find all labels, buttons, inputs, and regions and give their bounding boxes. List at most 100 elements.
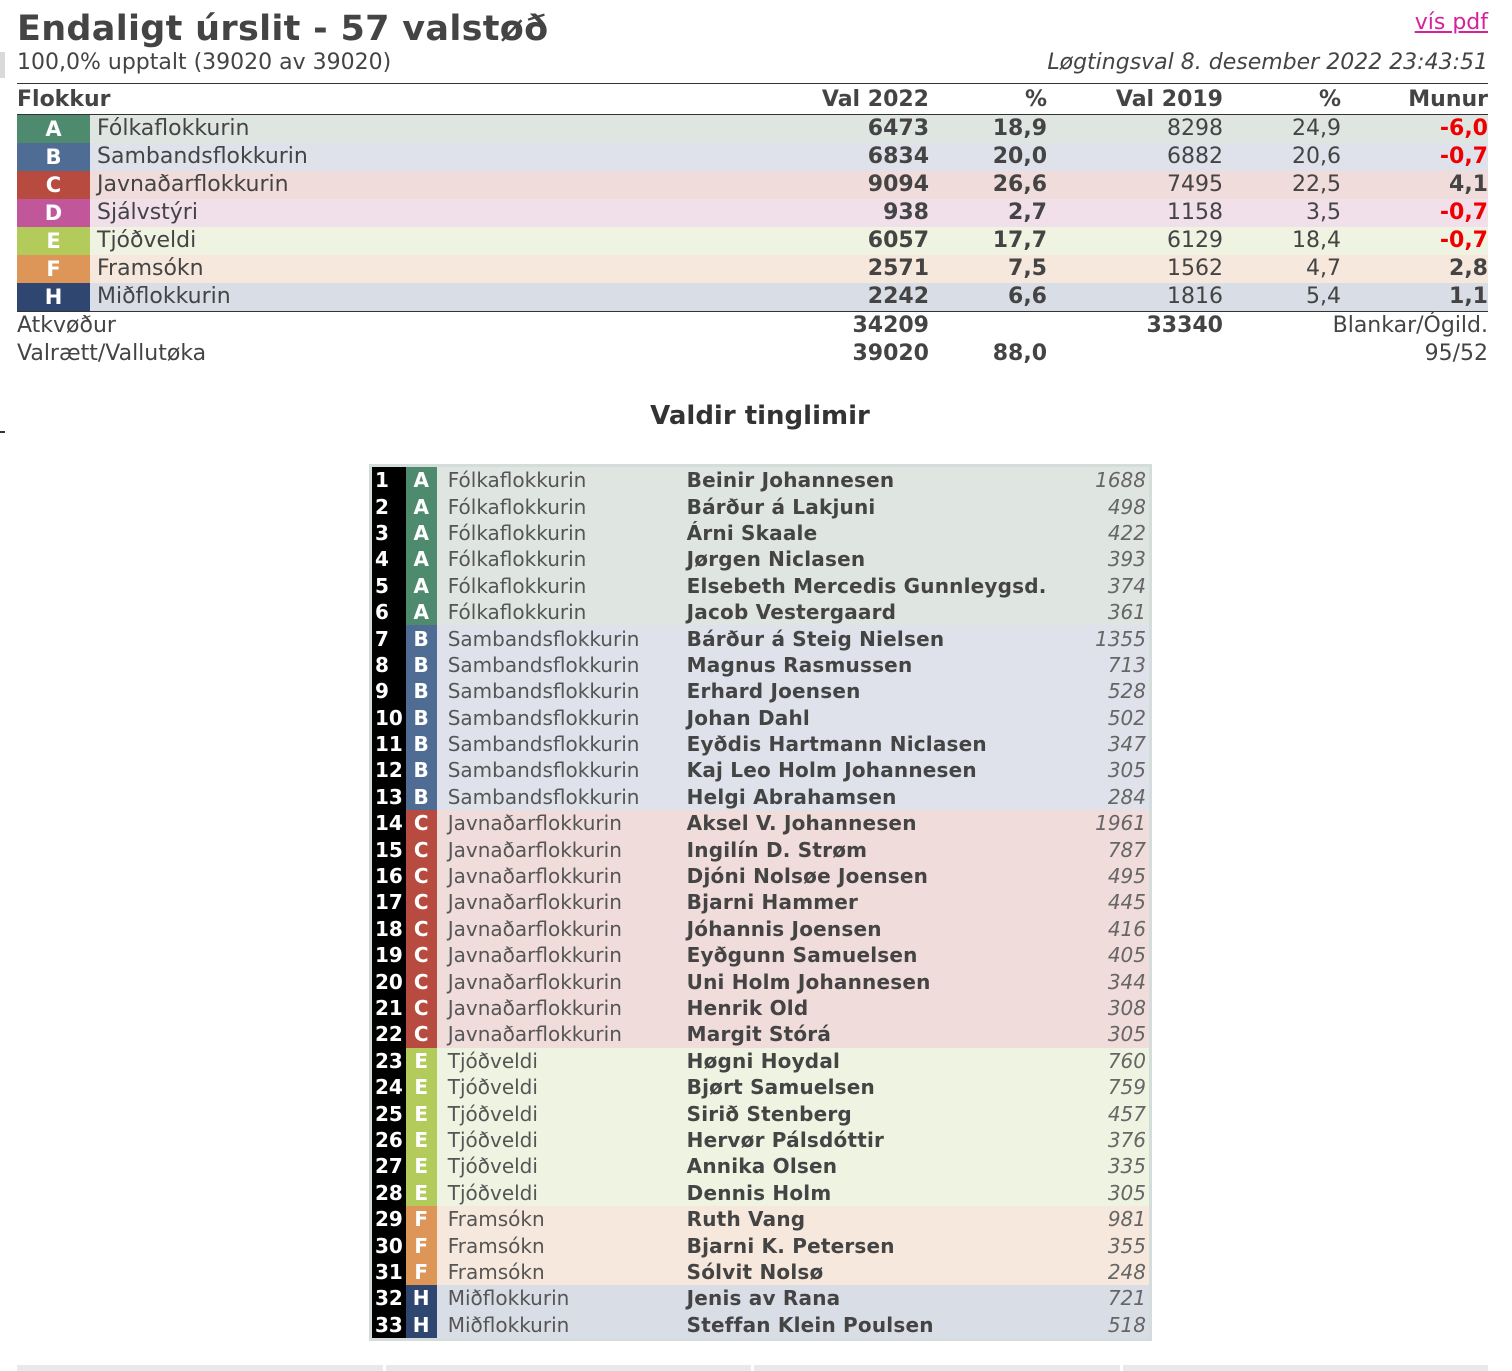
member-party: Tjóðveldi [447, 1048, 538, 1073]
party-name: Tjóðveldi [97, 228, 197, 253]
member-rank: 23 [370, 1047, 406, 1074]
party-letter-badge: C [17, 171, 90, 199]
party-name: Sjálvstýri [97, 200, 198, 225]
member-row: 27 E Tjóðveldi Annika Olsen 335 [370, 1153, 1151, 1180]
party-row-h: H Miðflokkurin 2242 6,6 1816 5,4 1,1 [17, 283, 1488, 312]
member-party-letter: B [405, 678, 437, 705]
member-name: Jenis av Rana [686, 1286, 841, 1311]
member-name: Johan Dahl [686, 705, 810, 730]
member-party-letter: A [405, 598, 437, 626]
party-results-table: Flokkur Val 2022 % Val 2019 % Munur A Fól… [17, 83, 1488, 368]
eligible-2022: 39020 [852, 341, 929, 366]
left-edge-tick [0, 431, 5, 433]
member-name: Steffan Klein Poulsen [686, 1312, 934, 1337]
member-votes: 405 [1107, 943, 1146, 968]
party-letter-badge: B [17, 143, 90, 171]
turnout-pct: 88,0 [992, 341, 1047, 366]
member-row: 31 F Framsókn Sólvit Nolsø 248 [370, 1258, 1151, 1286]
votes-2019: 1158 [1167, 200, 1223, 225]
member-row: 18 C Javnaðarflokkurin Jóhannis Joensen 416 [370, 915, 1151, 943]
member-row: 4 A Fólkaflokkurin Jørgen Niclasen 393 [370, 546, 1151, 573]
member-rank: 15 [370, 836, 406, 863]
col-header-diff: Munur [1341, 83, 1488, 115]
counted-status: 100,0% upptalt (39020 av 39020) [17, 50, 392, 75]
member-party-letter: A [405, 572, 437, 599]
pct-2022: 18,9 [992, 116, 1047, 141]
pct-2019: 24,9 [1292, 116, 1341, 141]
member-rank: 30 [370, 1232, 406, 1259]
member-name: Jóhannis Joensen [686, 916, 882, 941]
member-rank: 5 [370, 572, 406, 599]
member-votes: 760 [1107, 1048, 1146, 1073]
member-votes: 305 [1107, 758, 1146, 783]
member-name: Bárður á Steig Nielsen [686, 626, 945, 651]
member-party-letter: F [405, 1232, 437, 1259]
party-row-e: E Tjóðveldi 6057 17,7 6129 18,4 -0,7 [17, 227, 1488, 255]
member-name: Eyðdis Hartmann Niclasen [686, 732, 987, 757]
member-name: Margit Stórá [686, 1022, 832, 1047]
votes-2022: 2571 [867, 256, 929, 281]
member-row: 16 C Javnaðarflokkurin Djóni Nolsøe Joensen… [370, 862, 1151, 890]
member-party: Framsókn [447, 1233, 545, 1258]
member-name: Helgi Abrahamsen [686, 784, 897, 809]
col-header-pct2022: % [929, 83, 1047, 115]
member-party: Sambandsflokkurin [447, 626, 640, 651]
member-rank: 24 [370, 1073, 406, 1101]
member-row: 25 E Tjóðveldi Sirið Stenberg 457 [370, 1100, 1151, 1127]
member-party: Javnaðarflokkurin [447, 1022, 622, 1047]
member-rank: 6 [370, 598, 406, 626]
member-party: Miðflokkurin [447, 1312, 570, 1337]
page-title: Endaligt úrslit - 57 valstøð [17, 9, 549, 49]
pct-2019: 3,5 [1306, 200, 1341, 225]
votes-2022: 2242 [692, 283, 929, 312]
view-pdf-link[interactable]: vís pdf [1415, 10, 1488, 35]
member-rank: 28 [370, 1179, 406, 1206]
member-party-letter: B [405, 757, 437, 784]
member-rank: 12 [370, 757, 406, 784]
member-votes: 393 [1107, 547, 1146, 572]
member-name: Elsebeth Mercedis Gunnleygsd. [686, 573, 1047, 598]
member-name: Magnus Rasmussen [686, 652, 913, 677]
member-name: Dennis Holm [686, 1180, 832, 1205]
blank-label: Blankar/Ógild. [1332, 313, 1488, 338]
member-votes: 305 [1107, 1022, 1146, 1047]
member-party: Framsókn [447, 1207, 545, 1232]
member-party-letter: C [405, 1021, 437, 1048]
member-name: Høgni Hoydal [686, 1048, 841, 1073]
member-party: Javnaðarflokkurin [447, 996, 622, 1020]
member-row: 10 B Sambandsflokkurin Johan Dahl 502 [370, 704, 1151, 731]
member-rank: 32 [370, 1285, 406, 1312]
party-letter-badge: H [17, 283, 90, 312]
member-party: Javnaðarflokkurin [447, 837, 622, 862]
member-row: 21 C Javnaðarflokkurin Henrik Old 308 [370, 994, 1151, 1022]
member-party: Javnaðarflokkurin [447, 943, 622, 968]
member-row: 8 B Sambandsflokkurin Magnus Rasmussen 713 [370, 651, 1151, 679]
votes-label: Atkvøður [17, 313, 116, 338]
member-name: Kaj Leo Holm Johannesen [686, 758, 977, 783]
member-row: 12 B Sambandsflokkurin Kaj Leo Holm Johanne… [370, 757, 1151, 784]
member-name: Ruth Vang [686, 1207, 806, 1232]
party-row-d: D Sjálvstýri 938 2,7 1158 3,5 -0,7 [17, 199, 1488, 227]
member-rank: 25 [370, 1100, 406, 1127]
member-party-letter: C [405, 810, 437, 837]
member-row: 29 F Framsókn Ruth Vang 981 [370, 1205, 1151, 1233]
member-party: Sambandsflokkurin [447, 679, 640, 704]
member-party: Javnaðarflokkurin [447, 890, 622, 915]
votes-2022: 6473 [867, 116, 929, 141]
member-row: 15 C Javnaðarflokkurin Ingilín D. Strøm 787 [370, 836, 1151, 863]
member-name: Bjarni K. Petersen [686, 1233, 895, 1258]
blank-value: 95/52 [1424, 341, 1488, 366]
party-row-a: A Fólkaflokkurin 6473 18,9 8298 24,9 -6,0 [17, 114, 1488, 143]
member-party-letter: E [405, 1047, 437, 1074]
member-rank: 33 [370, 1311, 406, 1340]
member-party-letter: C [405, 915, 437, 943]
member-votes: 308 [1107, 996, 1146, 1020]
member-votes: 1355 [1095, 626, 1146, 651]
member-rank: 21 [370, 994, 406, 1022]
member-party: Tjóðveldi [447, 1101, 538, 1126]
member-votes: 422 [1107, 520, 1146, 545]
member-party: Fólkaflokkurin [447, 494, 587, 519]
pct-2019: 20,6 [1292, 144, 1341, 169]
member-party-letter: B [405, 783, 437, 811]
votes-2019: 1562 [1167, 256, 1223, 281]
